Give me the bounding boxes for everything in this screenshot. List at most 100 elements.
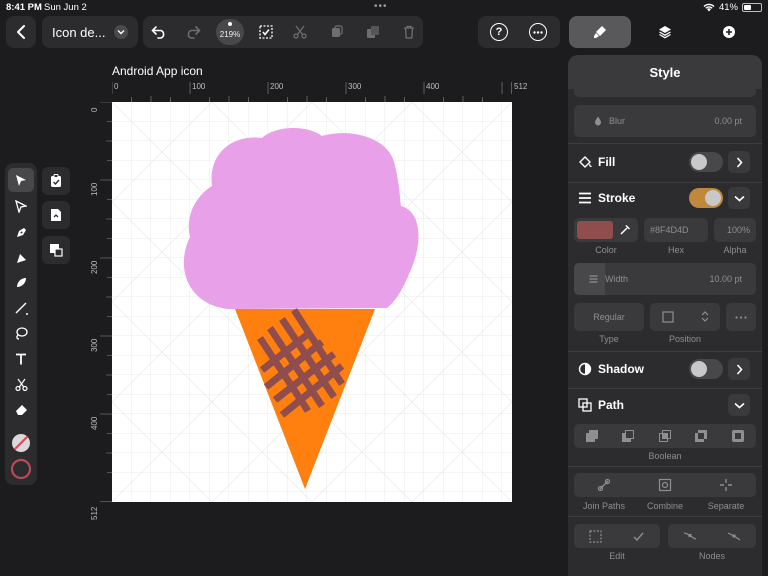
tab-add[interactable] [697, 16, 761, 48]
chevron-down-icon [114, 25, 128, 39]
shadow-toggle[interactable] [689, 359, 723, 379]
blur-value: 0.00 pt [714, 116, 742, 126]
stroke-toggle[interactable] [689, 188, 723, 208]
redo-icon [187, 26, 201, 39]
divider [568, 516, 762, 517]
eyedropper-icon [620, 224, 631, 235]
back-button[interactable] [6, 16, 36, 48]
join-paths-button[interactable] [574, 473, 634, 497]
undo-icon [151, 26, 165, 39]
pencil-icon [16, 277, 26, 287]
corner-node-icon [727, 532, 741, 541]
more-icon[interactable] [529, 23, 547, 41]
nodes-row [668, 524, 756, 548]
tool-vector-brush[interactable] [8, 245, 34, 269]
divider [568, 351, 762, 352]
stroke-color-well[interactable] [574, 218, 638, 242]
boolean-intersect-button[interactable] [647, 424, 683, 448]
toggle-knob [691, 154, 707, 170]
status-right: 41% [703, 2, 762, 13]
panel-title: Style [568, 55, 762, 89]
document-title-button[interactable]: Icon de... [42, 16, 138, 48]
delete-button[interactable] [401, 24, 417, 40]
blur-label: Blur [609, 116, 626, 126]
tool-scissors[interactable] [8, 372, 34, 396]
corner-node-button[interactable] [712, 524, 756, 548]
tool-eraser[interactable] [8, 397, 34, 421]
status-date: Sun Jun 2 [44, 2, 87, 13]
stroke-type-caption: Type [599, 334, 619, 344]
ruler-left-label: 200 [90, 260, 99, 274]
stroke-color-swatch[interactable] [8, 457, 34, 481]
slider-handle-icon [589, 275, 598, 283]
tab-style[interactable] [569, 16, 631, 48]
stroke-type-select[interactable]: Regular [574, 303, 644, 331]
fill-label: Fill [598, 155, 616, 169]
zoom-level-button[interactable]: 219% [216, 19, 244, 45]
stroke-collapse-button[interactable] [728, 187, 750, 209]
ruler-top[interactable]: 0 100 200 300 400 512 [112, 82, 527, 102]
tool-select[interactable] [8, 168, 34, 192]
intersect-icon [659, 430, 671, 442]
tool-line[interactable] [8, 296, 34, 320]
fill-expand-button[interactable] [728, 151, 750, 173]
cut-button[interactable] [292, 24, 308, 40]
stroke-width-value: 10.00 pt [709, 274, 742, 284]
stroke-more-button[interactable] [726, 303, 756, 331]
ruler-left[interactable]: 0 100 200 300 400 512 [88, 102, 112, 520]
artboard[interactable] [112, 102, 512, 502]
stroke-hex-caption: Hex [667, 245, 684, 255]
stroke-position-select[interactable] [650, 303, 720, 331]
boolean-subtract-button[interactable] [610, 424, 646, 448]
transform-button[interactable] [42, 236, 70, 264]
divider [568, 388, 762, 389]
chevron-right-icon [736, 363, 743, 375]
fill-bucket-icon [579, 156, 592, 168]
pen-icon [16, 227, 26, 237]
select-box-button[interactable] [258, 24, 274, 40]
divide-icon [732, 430, 744, 442]
scrolled-field[interactable] [574, 89, 756, 97]
undo-button[interactable] [151, 24, 167, 40]
ice-cream-scoop[interactable] [183, 127, 419, 309]
path-collapse-button[interactable] [728, 394, 750, 416]
ruler-left-label: 512 [90, 506, 99, 520]
clipboard-icon [51, 174, 61, 187]
redo-button[interactable] [185, 24, 201, 40]
separate-button[interactable] [696, 473, 756, 497]
boolean-exclude-button[interactable] [683, 424, 719, 448]
ellipsis-icon [735, 315, 747, 319]
tool-pen[interactable] [8, 220, 34, 244]
multitask-dots-icon[interactable]: ••• [374, 1, 388, 12]
tab-layers[interactable] [633, 16, 697, 48]
divider [568, 182, 762, 183]
stroke-alpha-field[interactable]: 100% [714, 218, 756, 242]
document-title: Icon de... [52, 24, 106, 40]
edit-confirm-button[interactable] [617, 524, 660, 548]
edit-mode-button[interactable] [574, 524, 617, 548]
subtract-icon [622, 430, 634, 442]
tool-pencil[interactable] [8, 270, 34, 294]
copy-style-button[interactable] [329, 24, 345, 40]
fill-toggle[interactable] [689, 152, 723, 172]
combine-button[interactable] [635, 473, 695, 497]
exclude-icon [695, 430, 707, 442]
help-icon[interactable]: ? [490, 23, 508, 41]
clipboard-button[interactable] [42, 167, 70, 195]
shadow-expand-button[interactable] [728, 358, 750, 380]
fill-color-swatch[interactable] [8, 431, 34, 455]
tool-palette [5, 163, 37, 485]
boolean-union-button[interactable] [574, 424, 610, 448]
ruler-top-label: 300 [348, 82, 362, 91]
layers-icon [659, 26, 671, 39]
blur-field[interactable]: Blur 0.00 pt [574, 105, 756, 137]
stroke-hex-field[interactable]: #8F4D4D [644, 218, 708, 242]
tool-lasso[interactable] [8, 321, 34, 345]
tool-direct-select[interactable] [8, 194, 34, 218]
duplicate-button[interactable] [365, 24, 381, 40]
paste-button[interactable] [42, 201, 70, 229]
stroke-width-slider[interactable]: Width 10.00 pt [574, 263, 756, 295]
tool-text[interactable] [8, 347, 34, 371]
smooth-node-button[interactable] [668, 524, 712, 548]
boolean-divide-button[interactable] [720, 424, 756, 448]
